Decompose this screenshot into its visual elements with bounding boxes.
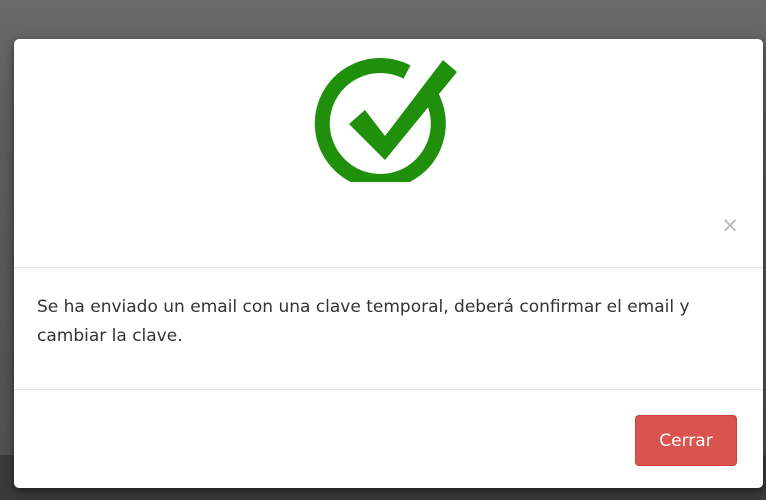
close-button[interactable]: Cerrar bbox=[635, 415, 737, 466]
close-icon[interactable]: × bbox=[721, 215, 739, 236]
modal-header: × bbox=[14, 39, 763, 268]
modal-body: Se ha enviado un email con una clave tem… bbox=[14, 268, 763, 390]
check-circle-icon bbox=[314, 58, 457, 182]
success-modal: × Se ha enviado un email con una clave t… bbox=[14, 39, 763, 488]
modal-message: Se ha enviado un email con una clave tem… bbox=[37, 297, 690, 346]
modal-footer: Cerrar bbox=[14, 390, 763, 488]
